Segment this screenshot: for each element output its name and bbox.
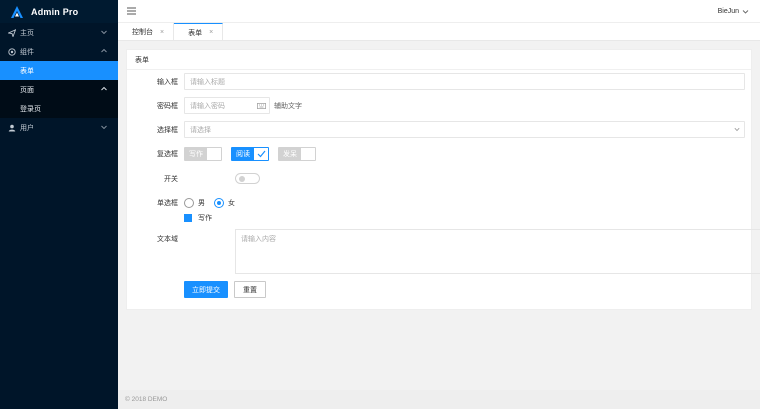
sidebar-item-label: 登录页	[20, 105, 41, 113]
sidebar-item-users[interactable]: 用户	[0, 118, 118, 137]
brand[interactable]: Admin Pro	[0, 0, 118, 23]
sidebar-item-home[interactable]: 主页	[0, 23, 118, 42]
username: BieJun	[717, 8, 739, 15]
sidebar-item-label: 页面	[20, 86, 34, 94]
menu-toggle-icon[interactable]	[127, 7, 136, 15]
placeholder: 请输入内容	[241, 236, 276, 243]
tab-label: 表单	[188, 29, 203, 37]
sidebar-item-form[interactable]: 表单	[0, 61, 118, 80]
sidebar-item-label: 主页	[20, 29, 34, 37]
sidebar-item-login[interactable]: 登录页	[0, 99, 118, 118]
form-card: 表单 输入框 请输入标题 密码框 请输入密码 辅助文字 选择框 请选择 复选框 …	[126, 49, 760, 310]
radio-group: 男 女	[184, 197, 244, 208]
settings-icon	[8, 47, 16, 56]
copyright-text: © 2018 DEMO	[125, 396, 168, 403]
checkbox-idle[interactable]: 发呆	[278, 146, 316, 161]
send-icon	[8, 28, 16, 37]
brand-name: Admin Pro	[31, 6, 79, 17]
toggle-switch[interactable]	[235, 173, 260, 184]
user-icon	[8, 124, 16, 132]
tab-dashboard[interactable]: 控制台 ×	[118, 23, 175, 41]
password-input[interactable]: 请输入密码	[184, 97, 270, 114]
close-icon[interactable]: ×	[160, 29, 164, 36]
check-icon	[257, 150, 265, 157]
field-label: 选择框	[157, 126, 178, 134]
field-label: 开关	[164, 175, 178, 183]
sidebar-item-label: 用户	[20, 124, 34, 132]
submenu: 表单 页面 登录页	[0, 61, 118, 118]
switch-knob	[239, 176, 245, 182]
chevron-up-icon	[101, 48, 107, 53]
checkbox-reading[interactable]: 阅读	[231, 146, 269, 161]
chevron-up-icon	[101, 86, 107, 91]
radio-label: 女	[228, 199, 235, 207]
checkbox-label: 写作	[198, 215, 212, 222]
form-row-checkbox: 复选框 写作 阅读 发呆	[127, 146, 751, 161]
checkbox-box	[184, 214, 192, 222]
form-row-password: 密码框 请输入密码 辅助文字	[127, 97, 751, 114]
field-label: 单选框	[157, 199, 178, 207]
tab-bar: 控制台 × 表单 ×	[118, 23, 760, 41]
radio-label: 男	[198, 199, 205, 207]
chevron-down-icon	[734, 127, 740, 132]
sidebar-item-label: 表单	[20, 67, 34, 75]
field-label: 密码框	[157, 102, 178, 110]
form-row-select: 选择框 请选择	[127, 121, 751, 138]
checkbox-label: 写作	[185, 147, 207, 160]
footer: © 2018 DEMO	[118, 390, 760, 409]
placeholder: 请输入密码	[190, 102, 225, 110]
card-title: 表单	[127, 50, 751, 70]
form-row-textarea: 文本域 请输入内容	[127, 229, 760, 274]
close-icon[interactable]: ×	[209, 29, 213, 36]
select-dropdown[interactable]: 请选择	[184, 121, 745, 138]
radio-male[interactable]: 男	[184, 197, 205, 208]
primary-checkbox[interactable]: 写作	[184, 213, 212, 223]
sidebar-item-components[interactable]: 组件	[0, 42, 118, 61]
checkbox-label: 发呆	[279, 147, 301, 160]
placeholder: 请选择	[190, 126, 211, 134]
field-label: 输入框	[157, 78, 178, 86]
form-actions: 立即提交 重置	[127, 281, 751, 298]
content-textarea[interactable]: 请输入内容	[235, 229, 760, 274]
header: BieJun	[118, 0, 760, 23]
radio-female[interactable]: 女	[214, 197, 235, 208]
checkbox-writing[interactable]: 写作	[184, 146, 222, 161]
sidebar-item-pages[interactable]: 页面	[0, 80, 118, 99]
checkbox-label: 阅读	[232, 147, 254, 160]
chevron-down-icon	[101, 125, 107, 130]
chevron-down-icon	[742, 9, 749, 14]
keyboard-icon	[257, 102, 266, 109]
form-row-radio: 单选框 男 女	[127, 197, 751, 208]
tab-label: 控制台	[132, 29, 153, 36]
sidebar: Admin Pro 主页 组件 表单 页面 登录页 用户	[0, 0, 118, 409]
user-menu[interactable]: BieJun	[718, 8, 749, 15]
checkbox-group: 写作 阅读 发呆	[184, 146, 325, 161]
tab-form[interactable]: 表单 ×	[174, 23, 224, 41]
aux-text: 辅助文字	[274, 102, 302, 110]
logo-icon	[11, 5, 23, 18]
sidebar-item-label: 组件	[20, 48, 34, 56]
chevron-down-icon	[101, 30, 107, 35]
field-label: 复选框	[157, 150, 178, 158]
form-row-switch: 开关	[127, 173, 751, 184]
reset-button[interactable]: 重置	[234, 281, 266, 298]
form-row-input: 输入框 请输入标题	[127, 73, 751, 90]
placeholder: 请输入标题	[190, 78, 225, 86]
button-group: 立即提交 重置	[184, 281, 266, 298]
title-input[interactable]: 请输入标题	[184, 73, 745, 90]
field-label: 文本域	[157, 236, 178, 243]
submit-button[interactable]: 立即提交	[184, 281, 228, 298]
form-row-primary-checkbox: 写作	[127, 213, 751, 223]
